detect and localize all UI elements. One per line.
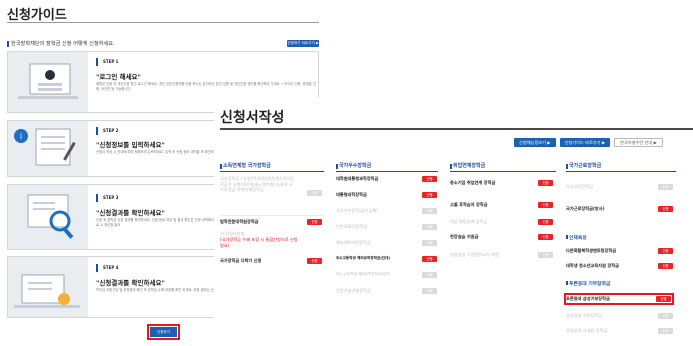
apply-button-small: 신청 xyxy=(658,184,673,190)
scholarship-item[interactable]: 대통령과학장학금 xyxy=(336,192,367,198)
apply-button-small: 신청 xyxy=(538,252,553,258)
form-divider xyxy=(220,128,693,130)
step-4-title: "신청결과를 확인하세요" xyxy=(96,279,165,287)
talent-section-head: 인재육성 xyxy=(566,234,587,241)
scholarship-item: 기업 취업연계 장학금 xyxy=(450,219,488,224)
apply-shortcut-button[interactable]: 신청하기 바로가기 ▶ xyxy=(287,40,319,47)
scholarship-item[interactable]: 고졸 후학습자 장학금 xyxy=(450,202,488,208)
column-national-work: 국가근로장학금 국가근로장학금 신청 국가근로장학금(방사) 신청 인재육성 다… xyxy=(564,162,676,334)
login-screen-icon xyxy=(18,63,78,99)
notice-button[interactable]: 한국어영수탄 안내 ▶ xyxy=(614,138,663,147)
svg-text:i: i xyxy=(20,132,22,141)
scholarship-item: 현장실습 기업현장교사 지원 xyxy=(450,252,499,257)
scholarship-item[interactable]: 우수고등학생 해외유학장학금(단대) xyxy=(336,256,390,262)
application-form-panel: 신청서작성 신청해능힘보기 ▶ 신청가이드 바로가기 ▶ 한국어영수탄 안내 ▶… xyxy=(214,97,693,346)
apply-button-small: 신청 xyxy=(422,208,437,214)
scholarship-item: 국가근로장학금 xyxy=(566,184,593,189)
apply-button-small[interactable]: 신청 xyxy=(658,206,673,212)
apply-button-small[interactable]: 신청 xyxy=(658,248,673,254)
form-top-buttons: 신청해능힘보기 ▶ 신청가이드 바로가기 ▶ 한국어영수탄 안내 ▶ xyxy=(514,138,663,147)
scholarship-note: (국가장학금 수혜 포함 시 통합신청으로 신청 필요) xyxy=(220,237,298,248)
step-1-title: "로그인 해세요" xyxy=(96,73,141,81)
form-document-icon: i xyxy=(14,128,76,166)
col3-head: 취업연계장학금 xyxy=(450,162,556,172)
apply-button-small[interactable]: 신청 xyxy=(538,219,553,225)
apply-button-small[interactable]: 신청 xyxy=(307,258,322,264)
guide-intro: 한국장학재단의 장학금 신청 어떻게 신청하세요. xyxy=(7,40,115,47)
step-3-badge: STEP 3 xyxy=(96,194,136,202)
apply-button-small[interactable]: 신청 xyxy=(422,176,437,182)
apply-button-small[interactable]: 신청 xyxy=(658,263,673,269)
login-illustration xyxy=(8,52,88,112)
donation-section-head: 푸른등대 기부장학금 xyxy=(566,280,610,287)
apply-button[interactable]: 신청하기 xyxy=(147,324,180,340)
step-2-badge: STEP 2 xyxy=(96,127,136,135)
certificate-illustration xyxy=(8,257,88,317)
apply-button-small: 신청 xyxy=(422,224,437,230)
scholarship-item[interactable]: 대학원대통령과학장학금 xyxy=(336,176,378,182)
scholarship-item: 인문100년장학금 xyxy=(336,224,368,229)
scholarship-item: 의·전임의지원 xyxy=(220,231,245,236)
form-illustration: i xyxy=(8,121,88,176)
result-illustration xyxy=(8,185,88,249)
magnifier-icon xyxy=(27,194,74,239)
apply-button-small: 신청 xyxy=(658,313,673,319)
scholarship-item[interactable]: 국가장학금 다락기 신청 xyxy=(220,258,261,264)
step-2-title: "신청정보를 입력하세요" xyxy=(96,141,165,149)
col1-head: 소득연계형 국가장학금 xyxy=(220,162,324,172)
apply-button-small: 신청 xyxy=(422,288,437,294)
scholarship-item: 우수 고등학생 해외유학장학금(광역) xyxy=(336,272,391,276)
certificate-icon xyxy=(14,274,80,308)
apply-button-small[interactable]: 신청 xyxy=(538,234,553,240)
column-income-linked: 소득연계형 국가장학금 국가장학금 I 유형(학생직접지원형) 국가장학금 II… xyxy=(220,162,324,264)
divider xyxy=(220,215,324,216)
scholarship-item[interactable]: 국가근로장학금(방사) xyxy=(566,206,605,212)
column-employment-linked: 취업연계장학금 중소기업 취업연계 장학금 신청 고졸 후학습자 장학금 신청 … xyxy=(450,162,556,258)
column-national-excellence: 국가우수장학금 대학원대통령과학장학금 신청 대통령과학장학금 신청 국가우수장… xyxy=(336,162,438,294)
apply-button-small[interactable]: 신청 xyxy=(422,192,437,198)
scholarship-item: 국가우수장학금(이공계) xyxy=(336,208,378,213)
apply-button-small[interactable]: 신청 xyxy=(307,219,322,225)
scholarship-item: 예술체육비전장학금 xyxy=(336,240,371,245)
step-3-title: "신청결과를 확인하세요" xyxy=(96,209,165,217)
apply-button-small: 신청 xyxy=(422,240,437,246)
scholarship-item[interactable]: 현장실습 지원금 xyxy=(450,234,478,240)
apply-button-small[interactable]: 신청 xyxy=(538,202,553,208)
form-title: 신청서작성 xyxy=(220,110,285,126)
scholarship-item[interactable]: 푸른등대 삼성기부장학금 xyxy=(566,296,610,302)
apply-button-small: 신청 xyxy=(422,272,437,278)
apply-button-small: 신청 xyxy=(658,328,673,334)
apply-info-button[interactable]: 신청해능힘보기 ▶ xyxy=(514,138,556,147)
apply-button-small[interactable]: 신청 xyxy=(656,296,671,302)
step-4-badge: STEP 4 xyxy=(96,264,136,272)
apply-guide-button[interactable]: 신청가이드 바로가기 ▶ xyxy=(559,138,611,147)
col2-head: 국가우수장학금 xyxy=(336,162,438,172)
guide-divider xyxy=(7,22,319,23)
guide-title: 신청가이드 xyxy=(7,8,67,23)
scholarship-item: 전문기술인재장학금 xyxy=(336,288,371,293)
scholarship-item[interactable]: 대학생 청소년교육지원 장학금 xyxy=(566,263,619,269)
scholarship-item: 푸른등대 유네용 장학금 xyxy=(566,328,608,333)
apply-button-small[interactable]: 신청 xyxy=(422,256,437,262)
col4-head: 국가근로장학금 xyxy=(566,162,676,172)
scholarship-item[interactable]: 다문화탈북학생멘토링장학금 xyxy=(566,248,616,254)
scholarship-item: 국가장학금 I 유형(학생직접지원형) 국가장학금 II 유형(대학자체노력연계… xyxy=(220,176,294,192)
apply-button-small[interactable]: 신청 xyxy=(307,190,322,196)
guide-intro-text: 한국장학재단의 장학금 신청 어떻게 신청하세요. xyxy=(11,41,115,47)
scholarship-item[interactable]: 중소기업 취업연계 장학금 xyxy=(450,180,495,186)
step-1-badge: STEP 1 xyxy=(96,58,136,66)
scholarship-item: 푸른등대 기부장학금 xyxy=(566,313,603,318)
scholarship-item[interactable]: 법학전문대학원장학금 xyxy=(220,219,259,225)
apply-button-small[interactable]: 신청 xyxy=(538,180,553,186)
